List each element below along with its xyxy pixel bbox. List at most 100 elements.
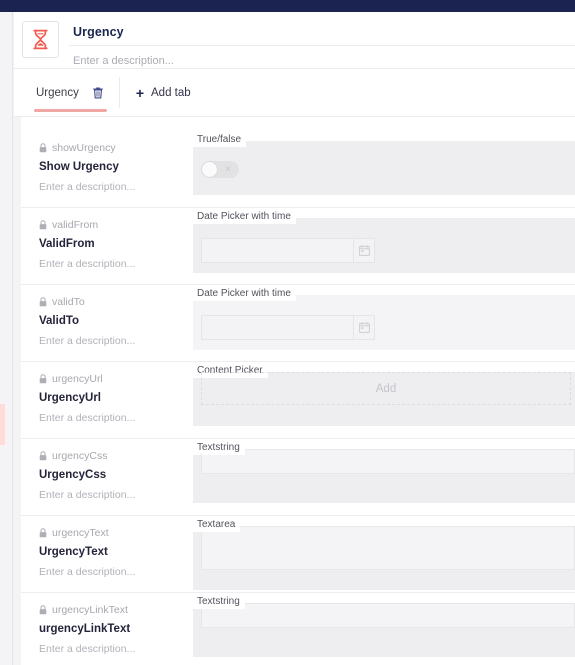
- editor-box: Textarea: [193, 517, 575, 590]
- valid-from-datepicker[interactable]: [201, 238, 375, 263]
- property-alias-text: urgencyUrl: [52, 373, 103, 385]
- property-alias: urgencyCss: [39, 450, 183, 462]
- property-row[interactable]: showUrgency Show Urgency Enter a descrip…: [21, 131, 575, 208]
- property-meta: urgencyUrl UrgencyUrl Enter a descriptio…: [39, 362, 193, 438]
- property-editor: True/false ×: [193, 131, 575, 207]
- property-alias: validTo: [39, 296, 183, 308]
- content-picker-dropzone[interactable]: Add: [201, 372, 571, 405]
- left-rail-active-indicator: [0, 404, 5, 445]
- property-label: UrgencyUrl: [39, 392, 101, 404]
- lock-icon: [39, 143, 47, 153]
- property-editor: Textstring: [193, 439, 575, 515]
- property-description-placeholder[interactable]: Enter a description...: [39, 643, 183, 655]
- editor-box: Date Picker with time: [193, 286, 575, 350]
- property-editor: Date Picker with time: [193, 208, 575, 284]
- content-type-description-field[interactable]: Enter a description...: [69, 46, 575, 69]
- property-meta: validFrom ValidFrom Enter a description.…: [39, 208, 193, 284]
- property-label: UrgencyText: [39, 546, 108, 558]
- property-editor: Textarea: [193, 516, 575, 592]
- urgency-link-text-input[interactable]: [201, 603, 575, 628]
- editor-box: Textstring: [193, 440, 575, 503]
- lock-icon: [39, 297, 47, 307]
- add-tab-button[interactable]: + Add tab: [120, 69, 207, 116]
- property-row[interactable]: urgencyLinkText urgencyLinkText Enter a …: [21, 593, 575, 665]
- property-alias-text: urgencyText: [52, 527, 109, 539]
- property-meta: validTo ValidTo Enter a description...: [39, 285, 193, 361]
- editor-inner: [193, 218, 575, 263]
- top-navigation-bar: [0, 0, 575, 12]
- property-row[interactable]: urgencyText UrgencyText Enter a descript…: [21, 516, 575, 593]
- add-tab-label: Add tab: [151, 86, 191, 99]
- property-label: UrgencyCss: [39, 469, 107, 481]
- content-type-editor-panel: Urgency Enter a description... Urgency +…: [14, 12, 575, 665]
- show-urgency-toggle[interactable]: ×: [201, 161, 239, 178]
- property-description-placeholder[interactable]: Enter a description...: [39, 566, 183, 578]
- editor-box: Content Picker Add: [193, 363, 575, 426]
- editor-box: Textstring: [193, 594, 575, 657]
- properties-canvas[interactable]: showUrgency Show Urgency Enter a descrip…: [14, 117, 575, 665]
- property-alias-text: validFrom: [52, 219, 99, 231]
- lock-icon: [39, 451, 47, 461]
- calendar-button[interactable]: [353, 239, 374, 262]
- property-alias-text: urgencyCss: [52, 450, 108, 462]
- lock-icon: [39, 374, 47, 384]
- property-editor: Textstring: [193, 593, 575, 665]
- property-description-placeholder[interactable]: Enter a description...: [39, 489, 183, 501]
- property-editor: Content Picker Add: [193, 362, 575, 438]
- left-rail: [0, 12, 13, 665]
- editor-type-badge: Date Picker with time: [193, 286, 296, 301]
- property-alias-text: urgencyLinkText: [52, 604, 128, 616]
- property-row[interactable]: urgencyCss UrgencyCss Enter a descriptio…: [21, 439, 575, 516]
- header-fields: Urgency Enter a description...: [69, 20, 575, 69]
- editor-inner: ×: [193, 141, 575, 183]
- property-meta: showUrgency Show Urgency Enter a descrip…: [39, 131, 193, 207]
- property-alias: urgencyUrl: [39, 373, 183, 385]
- content-type-name-field[interactable]: Urgency: [69, 20, 575, 46]
- lock-icon: [39, 605, 47, 615]
- content-type-name: Urgency: [73, 25, 124, 39]
- valid-to-datepicker[interactable]: [201, 315, 375, 340]
- lock-icon: [39, 220, 47, 230]
- calendar-icon: [358, 245, 370, 256]
- editor-inner: [193, 295, 575, 340]
- tab-urgency[interactable]: Urgency: [22, 69, 119, 116]
- editor-box: Date Picker with time: [193, 209, 575, 273]
- property-row[interactable]: validFrom ValidFrom Enter a description.…: [21, 208, 575, 285]
- tab-urgency-label: Urgency: [36, 86, 79, 99]
- property-alias-text: validTo: [52, 296, 85, 308]
- editor-type-badge: Date Picker with time: [193, 209, 296, 224]
- editor-header: Urgency Enter a description...: [14, 12, 575, 69]
- property-alias: validFrom: [39, 219, 183, 231]
- lock-icon: [39, 528, 47, 538]
- urgency-text-textarea[interactable]: [201, 526, 575, 570]
- property-alias: urgencyText: [39, 527, 183, 539]
- property-meta: urgencyText UrgencyText Enter a descript…: [39, 516, 193, 592]
- property-label: ValidTo: [39, 315, 80, 327]
- content-picker-add-label: Add: [375, 382, 397, 395]
- toggle-knob: [202, 162, 217, 177]
- hourglass-icon[interactable]: [22, 21, 59, 58]
- editor-type-badge: Textarea: [193, 517, 241, 532]
- property-alias: showUrgency: [39, 142, 183, 154]
- valid-to-input[interactable]: [202, 316, 353, 339]
- trash-icon[interactable]: [92, 86, 103, 99]
- property-description-placeholder[interactable]: Enter a description...: [39, 181, 183, 193]
- property-row[interactable]: validTo ValidTo Enter a description... D…: [21, 285, 575, 362]
- plus-icon: +: [135, 84, 145, 101]
- property-description-placeholder[interactable]: Enter a description...: [39, 335, 183, 347]
- property-alias-text: showUrgency: [52, 142, 116, 154]
- content-type-description-placeholder: Enter a description...: [73, 55, 174, 67]
- property-description-placeholder[interactable]: Enter a description...: [39, 412, 183, 424]
- property-alias: urgencyLinkText: [39, 604, 183, 616]
- property-row[interactable]: urgencyUrl UrgencyUrl Enter a descriptio…: [21, 362, 575, 439]
- editor-type-badge: True/false: [193, 132, 247, 147]
- property-label: urgencyLinkText: [39, 623, 131, 635]
- properties-sheet: showUrgency Show Urgency Enter a descrip…: [21, 117, 575, 665]
- valid-from-input[interactable]: [202, 239, 353, 262]
- tab-bar: Urgency + Add tab: [14, 69, 575, 117]
- property-description-placeholder[interactable]: Enter a description...: [39, 258, 183, 270]
- calendar-button[interactable]: [353, 316, 374, 339]
- editor-box: True/false ×: [193, 132, 575, 195]
- editor-type-badge: Textstring: [193, 440, 245, 455]
- urgency-css-input[interactable]: [201, 449, 575, 474]
